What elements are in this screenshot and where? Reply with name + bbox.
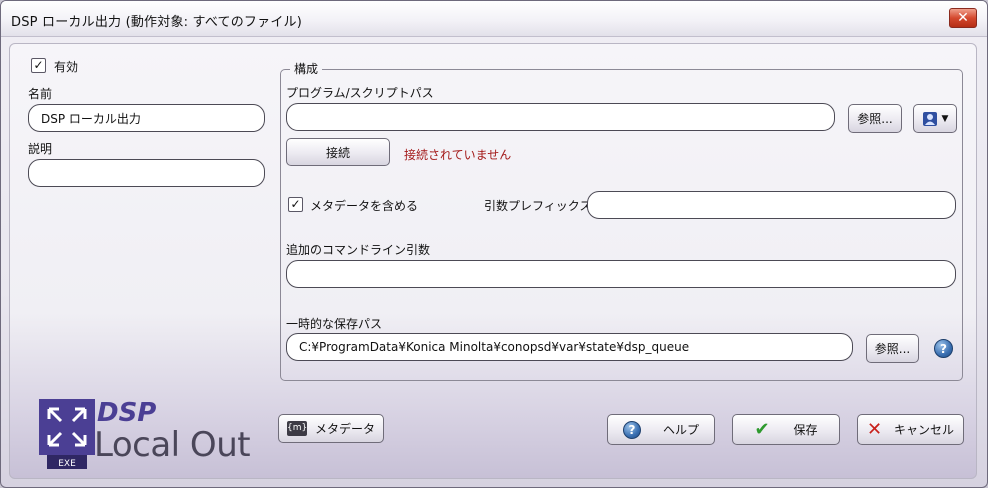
cancel-button[interactable]: ✕ キャンセル [857,414,964,445]
chevron-down-icon: ▼ [941,113,949,124]
description-label: 説明 [28,142,53,156]
program-browse-button[interactable]: 参照... [848,104,902,133]
temp-browse-button[interactable]: 参照... [866,334,919,363]
close-button[interactable]: ✕ [949,8,977,28]
browse-label: 参照... [857,112,893,126]
include-metadata-label: メタデータを含める [310,199,419,213]
help-label: ヘルプ [662,423,699,437]
metadata-label: メタデータ [314,422,375,436]
dsp-logo-icon: EXE [39,399,95,469]
connect-label: 接続 [325,145,350,160]
close-icon: ✕ [957,10,969,26]
title-bar: DSP ローカル出力 (動作対象: すべてのファイル) ✕ [1,1,987,37]
check-icon: ✓ [33,58,44,72]
arg-prefix-input[interactable] [587,191,956,219]
cancel-x-icon: ✕ [866,419,883,440]
check-icon: ✓ [290,197,301,211]
arg-prefix-label: 引数プレフィックス [484,199,592,213]
temp-path-label: 一時的な保存パス [286,317,383,331]
logo-text-local-out: Local Out [94,425,251,465]
config-legend: 構成 [290,60,323,77]
metadata-icon: {m} [286,421,307,436]
cancel-label: キャンセル [894,423,955,437]
extra-args-label: 追加のコマンドライン引数 [286,243,431,257]
program-path-input[interactable] [286,103,835,131]
connect-button[interactable]: 接続 [286,138,390,166]
dialog-window: DSP ローカル出力 (動作対象: すべてのファイル) ✕ ✓ 有効 名前 説明… [0,0,988,488]
user-script-icon [922,111,937,126]
browse-label: 参照... [874,342,911,356]
enabled-checkbox[interactable]: ✓ [31,58,46,73]
include-metadata-checkbox[interactable]: ✓ [288,197,303,212]
help-icon[interactable]: ? [934,339,953,358]
checkmark-icon: ✔ [754,419,770,440]
temp-path-input[interactable] [286,333,853,361]
name-input[interactable] [28,104,265,132]
program-path-label: プログラム/スクリプトパス [286,86,434,100]
help-circle-icon: ? [622,420,641,439]
connection-status: 接続されていません [404,148,512,162]
description-input[interactable] [28,159,265,187]
metadata-button[interactable]: {m} メタデータ [278,414,384,443]
enabled-label: 有効 [54,60,79,74]
content-panel: ✓ 有効 名前 説明 構成 プログラム/スクリプトパス 参照... ▼ 接続 接… [9,43,977,479]
name-label: 名前 [28,87,53,101]
save-label: 保存 [793,423,818,437]
extra-args-input[interactable] [286,260,956,288]
logo-text-dsp: DSP [97,398,157,428]
save-button[interactable]: ✔ 保存 [732,414,840,445]
window-title: DSP ローカル出力 (動作対象: すべてのファイル) [11,15,302,30]
help-button[interactable]: ? ヘルプ [607,414,715,445]
interpreter-dropdown-button[interactable]: ▼ [913,104,957,133]
logo-exe-text: EXE [58,459,76,469]
